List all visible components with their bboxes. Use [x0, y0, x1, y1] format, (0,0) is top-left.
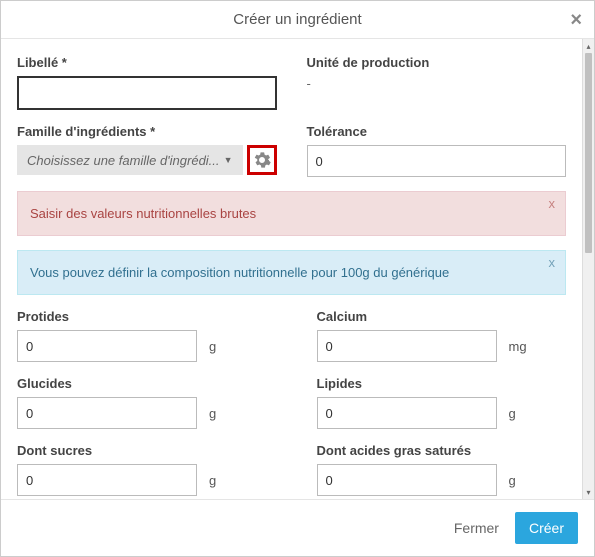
- unite-label: Unité de production: [307, 55, 567, 70]
- close-button[interactable]: Fermer: [454, 520, 499, 536]
- modal-header: Créer un ingrédient ×: [1, 1, 594, 39]
- close-icon[interactable]: ×: [570, 9, 582, 32]
- calcium-label: Calcium: [317, 309, 567, 324]
- vertical-scrollbar[interactable]: ▴ ▾: [582, 39, 594, 499]
- protides-input[interactable]: [17, 330, 197, 362]
- satures-label: Dont acides gras saturés: [317, 443, 567, 458]
- unite-value: -: [307, 76, 567, 91]
- glucides-unit: g: [209, 406, 216, 421]
- protides-unit: g: [209, 339, 216, 354]
- satures-input[interactable]: [317, 464, 497, 496]
- glucides-input[interactable]: [17, 397, 197, 429]
- sucres-input[interactable]: [17, 464, 197, 496]
- scroll-down-icon[interactable]: ▾: [583, 485, 594, 499]
- sucres-unit: g: [209, 473, 216, 488]
- gear-icon: [253, 151, 271, 169]
- create-button[interactable]: Créer: [515, 512, 578, 544]
- lipides-unit: g: [509, 406, 516, 421]
- scroll-up-icon[interactable]: ▴: [583, 39, 594, 53]
- scroll-thumb[interactable]: [585, 53, 592, 253]
- alert-danger: Saisir des valeurs nutritionnelles brute…: [17, 191, 566, 236]
- tolerance-label: Tolérance: [307, 124, 567, 139]
- alert-info: Vous pouvez définir la composition nutri…: [17, 250, 566, 295]
- famille-settings-button[interactable]: [247, 145, 277, 175]
- alert-danger-close[interactable]: x: [549, 196, 556, 211]
- libelle-label: Libellé *: [17, 55, 277, 70]
- create-ingredient-modal: Créer un ingrédient × Libellé * Unité de…: [0, 0, 595, 557]
- tolerance-input[interactable]: [307, 145, 567, 177]
- lipides-label: Lipides: [317, 376, 567, 391]
- alert-info-text: Vous pouvez définir la composition nutri…: [30, 265, 449, 280]
- protides-label: Protides: [17, 309, 267, 324]
- famille-label: Famille d'ingrédients *: [17, 124, 277, 139]
- alert-danger-text: Saisir des valeurs nutritionnelles brute…: [30, 206, 256, 221]
- calcium-input[interactable]: [317, 330, 497, 362]
- modal-title: Créer un ingrédient: [233, 11, 361, 28]
- glucides-label: Glucides: [17, 376, 267, 391]
- modal-footer: Fermer Créer: [1, 499, 594, 556]
- sucres-label: Dont sucres: [17, 443, 267, 458]
- calcium-unit: mg: [509, 339, 527, 354]
- satures-unit: g: [509, 473, 516, 488]
- modal-body: Libellé * Unité de production - Famille …: [1, 39, 582, 499]
- famille-dropdown[interactable]: Choisissez une famille d'ingrédi... ▼: [17, 145, 243, 175]
- libelle-input[interactable]: [17, 76, 277, 110]
- lipides-input[interactable]: [317, 397, 497, 429]
- scroll-track[interactable]: [583, 53, 594, 485]
- chevron-down-icon: ▼: [224, 155, 233, 165]
- alert-info-close[interactable]: x: [549, 255, 556, 270]
- famille-placeholder: Choisissez une famille d'ingrédi...: [27, 153, 220, 168]
